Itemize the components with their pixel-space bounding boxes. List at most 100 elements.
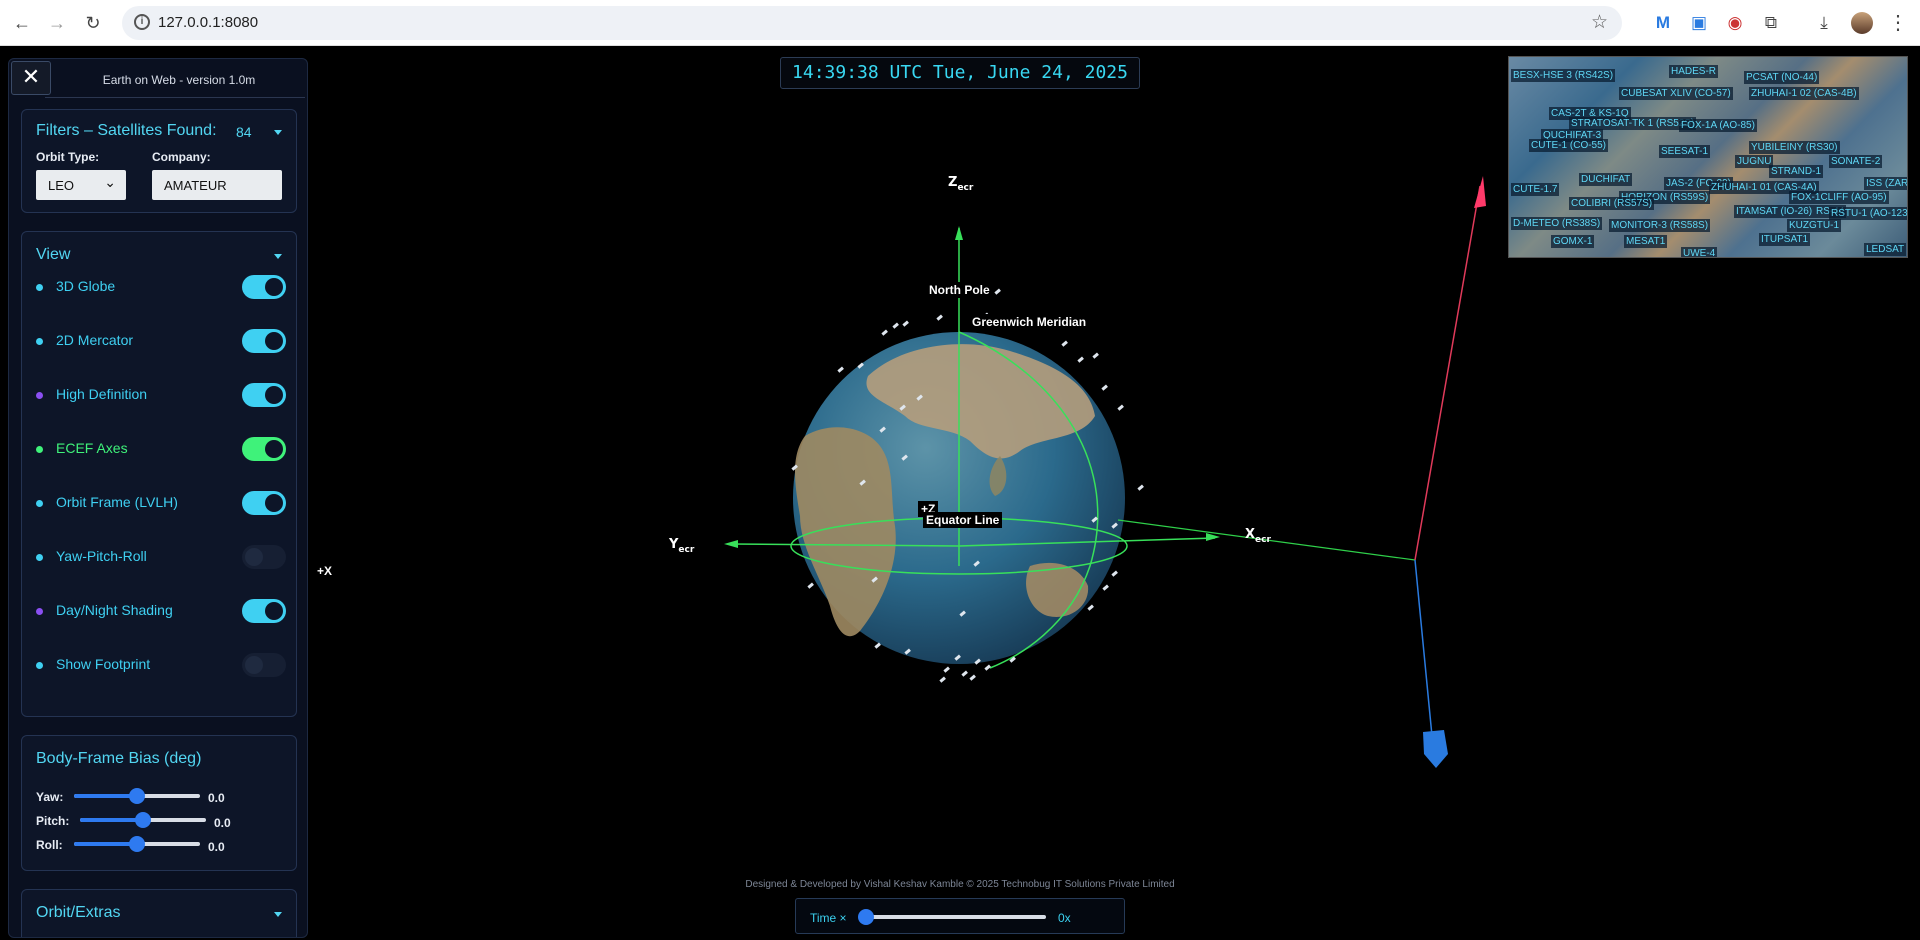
minimap-satellite-label[interactable]: COLIBRI (RS57S) <box>1569 197 1655 210</box>
more-menu-icon[interactable]: ⋮ <box>1888 10 1908 35</box>
minimap-satellite-label[interactable]: MONITOR-3 (RS58S) <box>1609 219 1711 232</box>
extensions-puzzle-icon[interactable]: ⧉ <box>1760 12 1782 34</box>
minimap-satellite-label[interactable]: SONATE-2 <box>1829 155 1883 168</box>
view-toggle-label: High Definition <box>56 386 148 402</box>
company-select[interactable]: AMATEUR <box>152 170 282 200</box>
minimap-satellite-label[interactable]: CUBESAT XLIV (CO-57) <box>1619 87 1733 100</box>
view-toggle-switch[interactable] <box>242 383 286 407</box>
view-toggle-row[interactable]: High Definition <box>36 382 286 408</box>
z-axis-arrow <box>955 226 963 240</box>
orbit-type-value: LEO <box>48 178 75 193</box>
minimap-satellite-label[interactable]: RSTU-1 (AO-123) <box>1829 207 1907 220</box>
yaw-slider[interactable] <box>74 788 200 804</box>
view-toggle-switch[interactable] <box>242 275 286 299</box>
view-toggle-label: Day/Night Shading <box>56 602 173 618</box>
download-icon[interactable]: ⤓ <box>1813 12 1835 34</box>
minimap-satellite-label[interactable]: GOMX-1 <box>1551 235 1595 248</box>
view-toggle-row[interactable]: ECEF Axes <box>36 436 286 462</box>
view-collapse-icon[interactable] <box>274 254 282 259</box>
minimap-satellite-label[interactable]: CUTE-1 (CO-55) <box>1529 139 1609 152</box>
minimap-satellite-label[interactable]: MESAT1 <box>1624 235 1668 248</box>
bias-title: Body-Frame Bias (deg) <box>36 750 202 767</box>
time-value: 0x <box>1058 911 1071 925</box>
bullet-dot-icon <box>36 392 43 399</box>
bullet-dot-icon <box>36 338 43 345</box>
body-frame-bias-card: Body-Frame Bias (deg) Yaw: 0.0 Pitch: 0.… <box>21 735 297 871</box>
reload-icon[interactable]: ↻ <box>80 11 106 35</box>
y-axis-label: Yecr <box>668 537 695 555</box>
toggle-knob <box>265 386 283 404</box>
extension-m-icon[interactable]: M <box>1652 12 1674 34</box>
x-axis-arrow <box>1206 533 1220 541</box>
view-toggle-label: 3D Globe <box>56 278 116 294</box>
minimap-satellite-label[interactable]: CUTE-1.7 <box>1511 183 1560 196</box>
view-toggle-row[interactable]: Yaw-Pitch-Roll <box>36 544 286 570</box>
back-icon[interactable]: ← <box>9 11 35 35</box>
minimap-satellite-label[interactable]: D-METEO (RS38S) <box>1511 217 1603 230</box>
site-info-icon[interactable]: i <box>134 14 150 30</box>
minimap-satellite-label[interactable]: DUCHIFAT <box>1579 173 1633 186</box>
mercator-minimap[interactable]: BESX-HSE 3 (RS42S) HADES-R PCSAT (NO-44) CU… <box>1508 56 1908 258</box>
company-value: AMATEUR <box>164 178 227 193</box>
minimap-satellite-label[interactable]: PCSAT (NO-44) <box>1744 71 1820 84</box>
address-bar[interactable]: i 127.0.0.1:8080 ☆ <box>122 6 1622 40</box>
divider <box>45 97 305 98</box>
minimap-satellite-label[interactable]: JUGNU <box>1735 155 1774 168</box>
minimap-satellite-label[interactable]: ITAMSAT (IO-26) <box>1734 205 1815 218</box>
browser-toolbar: ← → ↻ i 127.0.0.1:8080 ☆ M ▣ ◉ ⧉ ⤓ ⋮ <box>0 0 1920 46</box>
view-toggle-label: Yaw-Pitch-Roll <box>56 548 147 564</box>
toggle-knob <box>265 332 283 350</box>
roll-slider[interactable] <box>74 836 200 852</box>
record-extension-icon[interactable]: ◉ <box>1724 12 1746 34</box>
minimap-satellite-label[interactable]: ITUPSAT1 <box>1759 233 1811 246</box>
time-slider[interactable] <box>858 909 1046 925</box>
minimap-satellite-label[interactable]: STRAND-1 <box>1769 165 1824 178</box>
yaw-slider-thumb[interactable] <box>129 788 145 804</box>
view-toggle-row[interactable]: 3D Globe <box>36 274 286 300</box>
bookmark-star-icon[interactable]: ☆ <box>1591 11 1608 34</box>
view-toggle-row[interactable]: Orbit Frame (LVLH) <box>36 490 286 516</box>
view-toggle-switch[interactable] <box>242 545 286 569</box>
view-toggle-label: 2D Mercator <box>56 332 134 348</box>
view-toggle-switch[interactable] <box>242 491 286 515</box>
minimap-satellite-label[interactable]: FOX-1A (AO-85) <box>1679 119 1757 132</box>
bullet-dot-icon <box>36 446 43 453</box>
view-toggle-switch[interactable] <box>242 437 286 461</box>
time-multiplier-control: Time × 0x <box>795 898 1125 934</box>
close-sidebar-button[interactable]: ✕ <box>11 61 51 95</box>
utc-clock: 14:39:38 UTC Tue, June 24, 2025 <box>780 57 1140 89</box>
minimap-satellite-label[interactable]: KUZGTU-1 <box>1787 219 1841 232</box>
minimap-satellite-label[interactable]: BESX-HSE 3 (RS42S) <box>1511 69 1616 82</box>
view-toggle-switch[interactable] <box>242 653 286 677</box>
view-toggle-switch[interactable] <box>242 329 286 353</box>
minimap-satellite-label[interactable]: ISS (ZARYA) <box>1864 177 1907 190</box>
minimap-satellite-label[interactable]: ZHUHAI-1 02 (CAS-4B) <box>1749 87 1859 100</box>
orbit-extras-collapse-icon[interactable] <box>274 912 282 917</box>
pitch-slider-thumb[interactable] <box>135 812 151 828</box>
view-toggle-row[interactable]: Show Footprint <box>36 652 286 678</box>
toggle-knob <box>265 440 283 458</box>
toggle-knob <box>245 548 263 566</box>
view-toggle-row[interactable]: 2D Mercator <box>36 328 286 354</box>
profile-avatar[interactable] <box>1851 12 1873 34</box>
minimap-satellite-label[interactable]: YUBILEINY (RS30) <box>1749 141 1840 154</box>
minimap-satellite-label[interactable]: FOX-1CLIFF (AO-95) <box>1789 191 1889 204</box>
forward-icon[interactable]: → <box>44 11 70 35</box>
orbit-extras-card: Orbit/Extras <box>21 889 297 937</box>
time-slider-thumb[interactable] <box>858 909 874 925</box>
lvlh-radial-line <box>1414 185 1481 561</box>
view-toggle-row[interactable]: Day/Night Shading <box>36 598 286 624</box>
chevron-down-icon: ⌄ <box>104 174 116 190</box>
pitch-slider[interactable] <box>80 812 206 828</box>
view-toggle-switch[interactable] <box>242 599 286 623</box>
filters-collapse-icon[interactable] <box>274 130 282 135</box>
minimap-satellite-label[interactable]: SEESAT-1 <box>1659 145 1711 158</box>
minimap-satellite-label[interactable]: UWE-4 <box>1681 247 1718 257</box>
app-version-label: Earth on Web - version 1.0m <box>102 73 256 87</box>
time-label: Time × <box>810 911 847 925</box>
minimap-satellite-label[interactable]: HADES-R <box>1669 65 1719 78</box>
minimap-satellite-label[interactable]: LEDSAT <box>1864 243 1907 256</box>
screenshot-extension-icon[interactable]: ▣ <box>1688 12 1710 34</box>
roll-slider-thumb[interactable] <box>129 836 145 852</box>
orbit-type-select[interactable]: LEO ⌄ <box>36 170 126 200</box>
